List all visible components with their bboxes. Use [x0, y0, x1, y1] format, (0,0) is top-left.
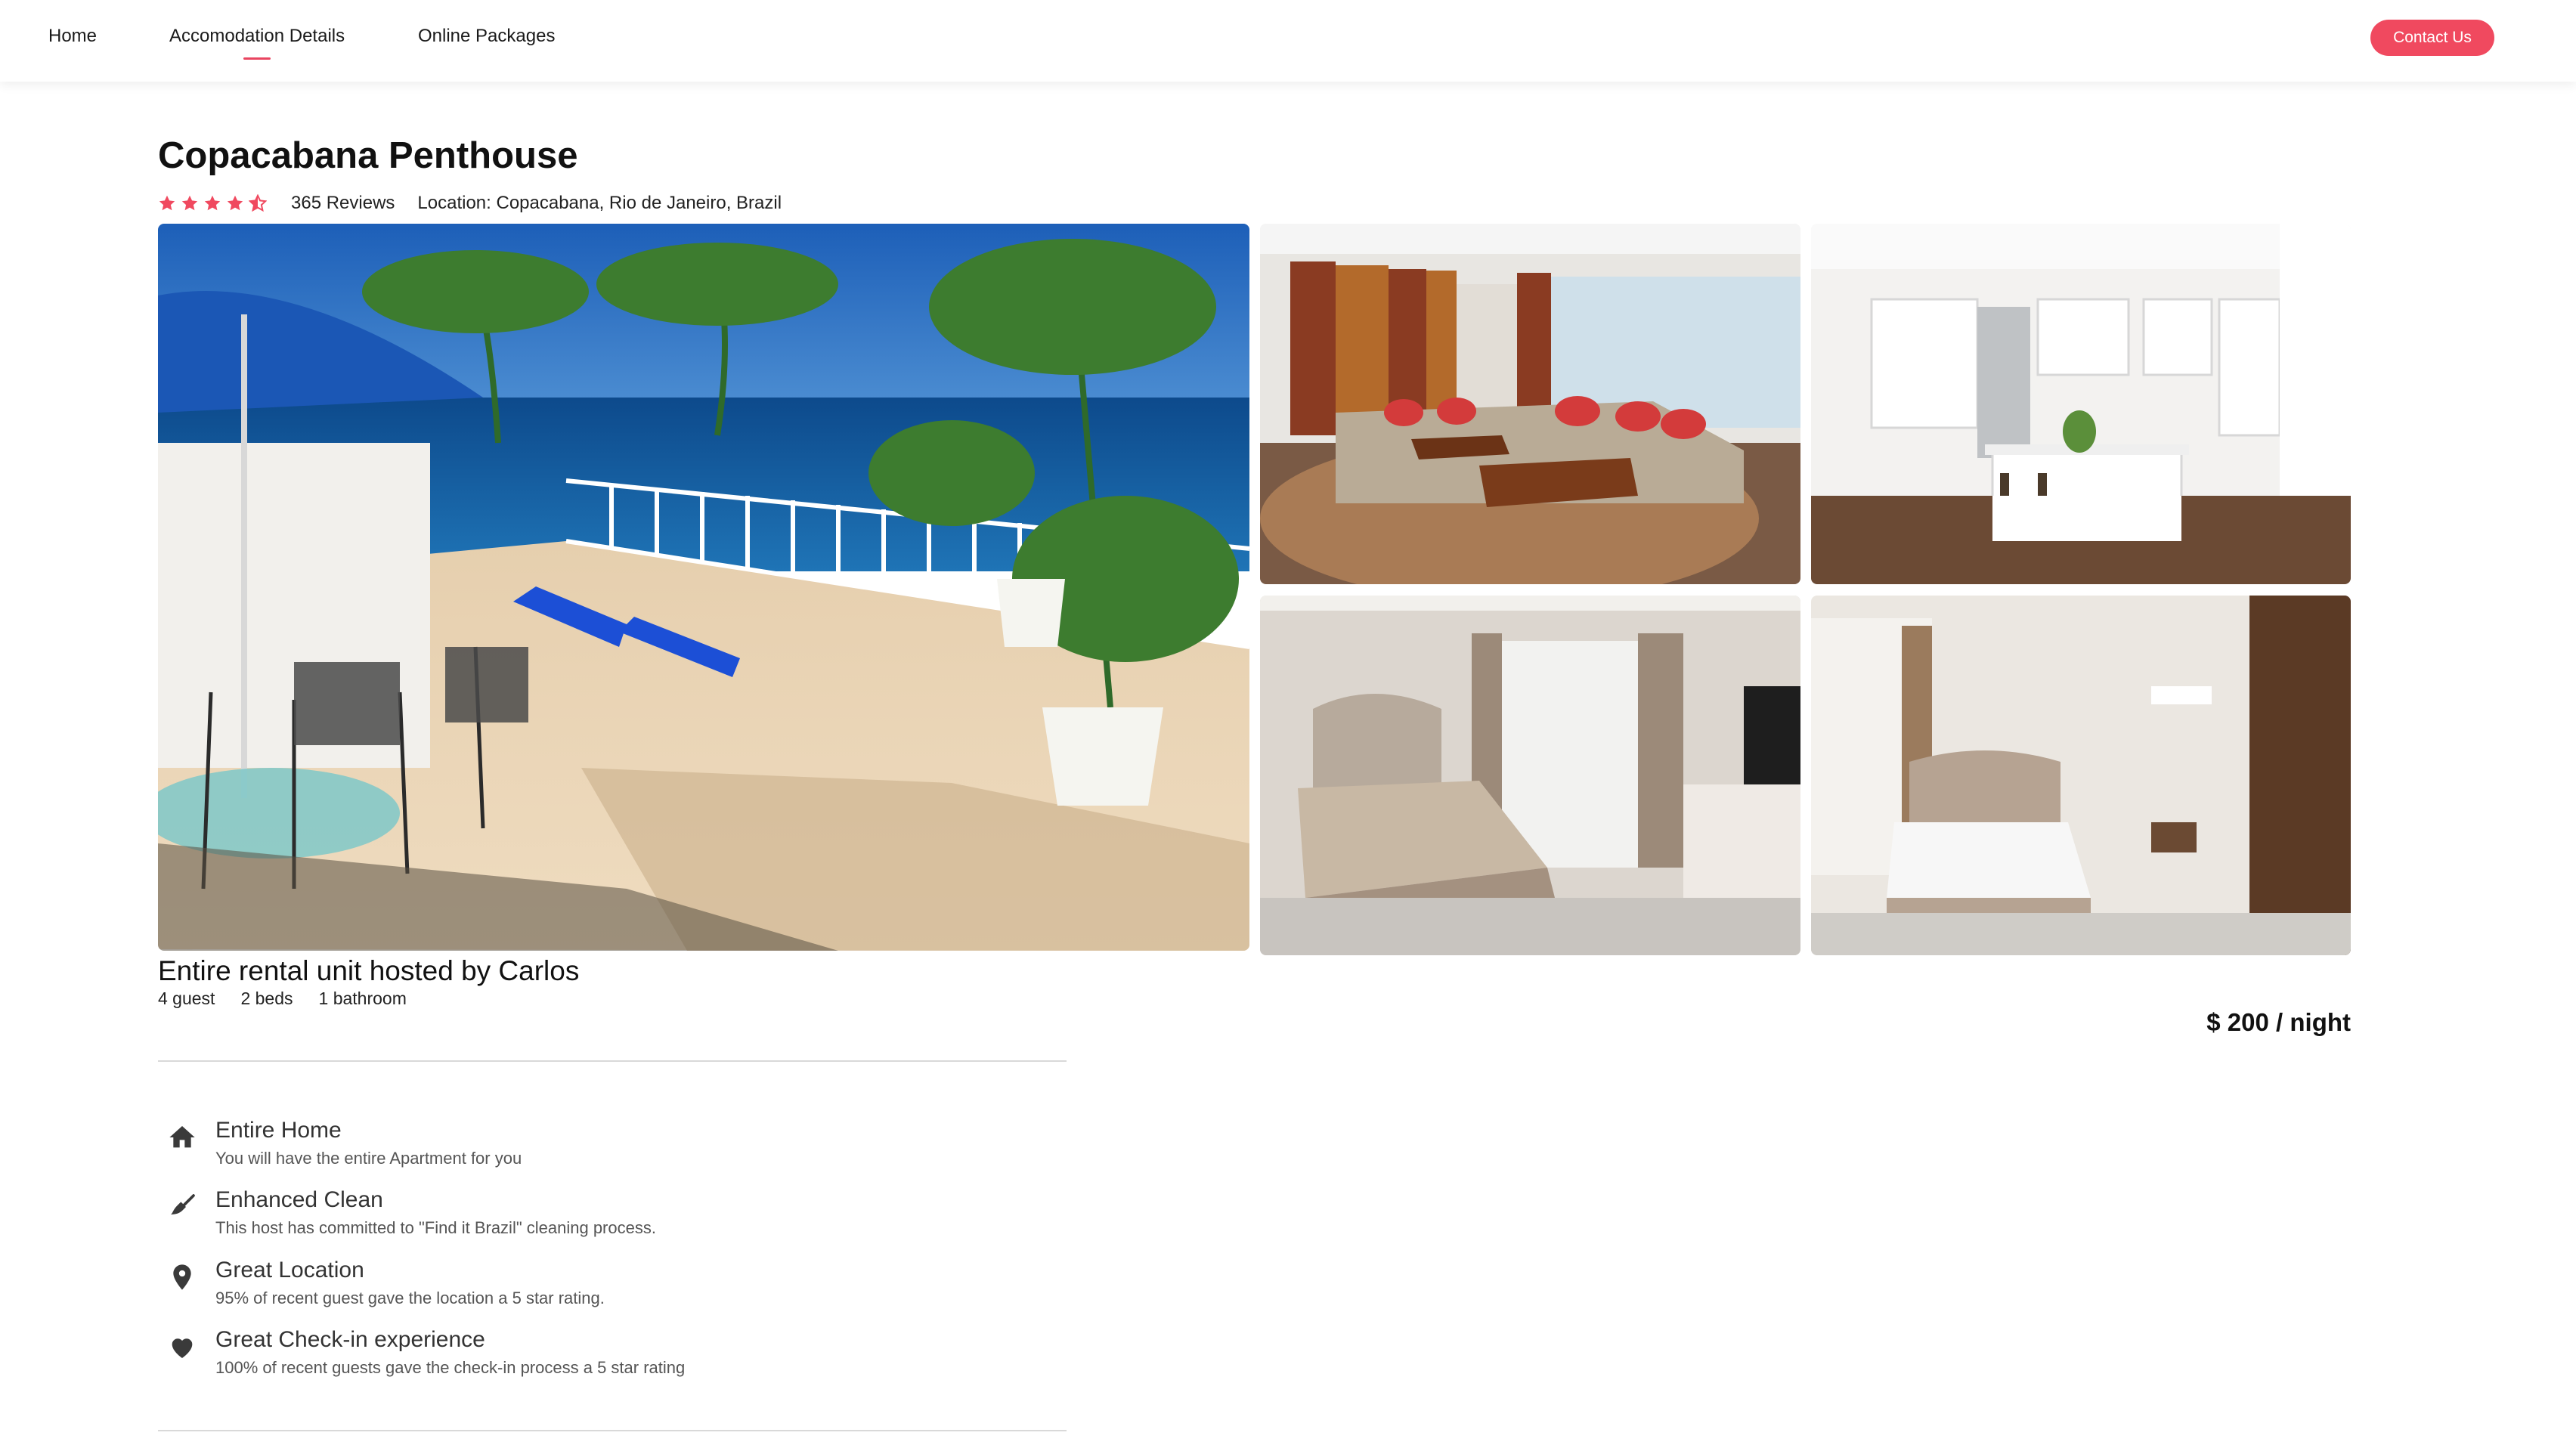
nav-link-accomodation-details[interactable]: Accomodation Details	[169, 26, 345, 47]
feature-check-in-experience: Great Check-in experience 100% of recent…	[158, 1327, 1141, 1388]
active-nav-indicator	[243, 57, 271, 60]
photo-kitchen[interactable]	[1811, 224, 2351, 584]
star-icon	[227, 195, 243, 211]
bathroom-count: 1 bathroom	[318, 989, 407, 1008]
top-navigation-bar: Home Accomodation Details Online Package…	[0, 0, 2576, 82]
location-text: Location: Copacabana, Rio de Janeiro, Br…	[417, 193, 782, 213]
nav-link-online-packages[interactable]: Online Packages	[418, 26, 555, 47]
star-icon	[181, 195, 198, 211]
feature-title: Enhanced Clean	[215, 1187, 383, 1212]
feature-description: 100% of recent guests gave the check-in …	[215, 1358, 686, 1377]
feature-title: Entire Home	[215, 1118, 342, 1143]
half-star-icon	[249, 194, 267, 212]
feature-description: You will have the entire Apartment for y…	[215, 1149, 522, 1168]
photo-terrace-sea-view[interactable]	[158, 224, 1249, 951]
nightly-price: $ 200 / night	[2206, 1008, 2351, 1036]
star-icon	[204, 195, 221, 211]
nav-link-home[interactable]: Home	[48, 26, 97, 47]
feature-great-location: Great Location 95% of recent guest gave …	[158, 1258, 1141, 1318]
feature-title: Great Check-in experience	[215, 1327, 485, 1352]
listing-specs: 4 guest 2 beds 1 bathroom	[158, 989, 407, 1009]
feature-title: Great Location	[215, 1258, 364, 1282]
feature-description: This host has committed to "Find it Braz…	[215, 1218, 656, 1237]
photo-bedroom-1[interactable]	[1260, 596, 1800, 955]
contact-us-button[interactable]: Contact Us	[2370, 20, 2494, 56]
home-icon	[167, 1122, 197, 1153]
listing-title: Copacabana Penthouse	[158, 135, 578, 176]
star-icon	[159, 195, 175, 211]
bed-count: 2 beds	[240, 989, 293, 1008]
section-divider	[158, 1060, 1067, 1062]
guest-count: 4 guest	[158, 989, 215, 1008]
photo-living-room[interactable]	[1260, 224, 1800, 584]
feature-entire-home: Entire Home You will have the entire Apa…	[158, 1118, 1141, 1178]
section-divider	[158, 1430, 1067, 1431]
heart-icon	[167, 1332, 197, 1362]
feature-enhanced-clean: Enhanced Clean This host has committed t…	[158, 1187, 1141, 1248]
review-count[interactable]: 365 Reviews	[291, 193, 395, 214]
location-pin-icon	[167, 1262, 197, 1292]
photo-bedroom-2[interactable]	[1811, 596, 2351, 955]
host-line: Entire rental unit hosted by Carlos	[158, 955, 580, 986]
rating-stars	[158, 194, 267, 212]
feature-description: 95% of recent guest gave the location a …	[215, 1289, 605, 1307]
listing-meta-row: 365 Reviews Location: Copacabana, Rio de…	[158, 192, 782, 215]
broom-icon	[167, 1192, 197, 1222]
